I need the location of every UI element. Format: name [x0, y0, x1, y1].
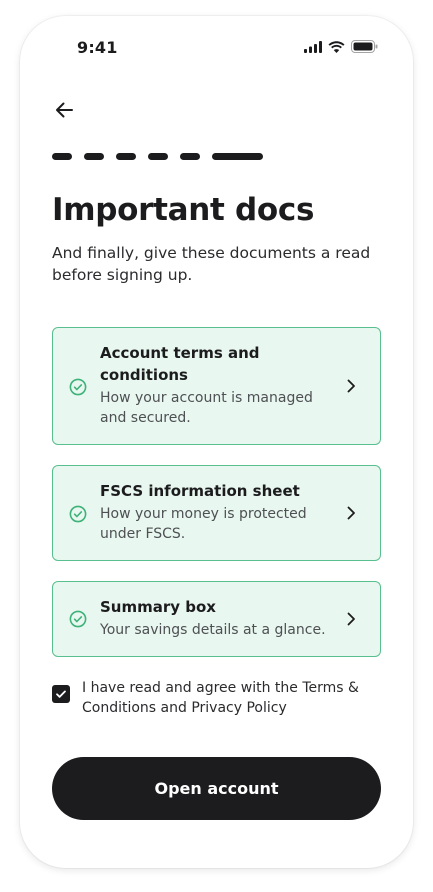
document-title: Account terms and conditions: [100, 344, 260, 384]
document-description: Your savings details at a glance.: [100, 622, 326, 638]
open-account-button[interactable]: Open account: [52, 757, 381, 820]
document-title: FSCS information sheet: [100, 482, 300, 500]
document-card-text: FSCS information sheet How your money is…: [100, 480, 334, 544]
document-card-text: Summary box Your savings details at a gl…: [100, 596, 334, 640]
document-card-fscs[interactable]: FSCS information sheet How your money is…: [52, 465, 381, 561]
document-card-summary[interactable]: Summary box Your savings details at a gl…: [52, 581, 381, 657]
status-time: 9:41: [77, 38, 118, 57]
signal-icon: [304, 40, 322, 53]
status-icons: [304, 40, 378, 53]
progress-step: [212, 153, 263, 160]
back-button[interactable]: [50, 96, 78, 124]
page-subtitle: And finally, give these documents a read…: [52, 244, 371, 284]
status-bar: 9:41: [20, 16, 413, 76]
chevron-right-icon: [347, 506, 355, 520]
chevron-right-icon: [347, 379, 355, 393]
phone-frame: 9:41 Important docs And finally, give th…: [20, 16, 413, 868]
check-circle-icon: [69, 610, 87, 628]
chevron-right-icon: [347, 612, 355, 626]
check-circle-icon: [69, 505, 87, 523]
document-description: How your account is managed and secured.: [100, 390, 313, 426]
agree-checkbox[interactable]: [52, 685, 70, 703]
battery-icon: [351, 40, 378, 53]
arrow-left-icon: [56, 102, 73, 118]
checkmark-icon: [56, 690, 66, 698]
document-card-terms[interactable]: Account terms and conditions How your ac…: [52, 327, 381, 445]
document-title: Summary box: [100, 598, 216, 616]
check-circle-icon: [69, 378, 87, 396]
progress-step: [84, 153, 104, 160]
progress-step: [52, 153, 72, 160]
page-title: Important docs: [52, 192, 315, 228]
step-progress: [52, 153, 263, 160]
document-description: How your money is protected under FSCS.: [100, 506, 307, 542]
agreement-label: I have read and agree with the Terms & C…: [82, 680, 359, 716]
progress-step: [116, 153, 136, 160]
progress-step: [180, 153, 200, 160]
document-card-text: Account terms and conditions How your ac…: [100, 342, 334, 428]
wifi-icon: [328, 40, 345, 53]
progress-step: [148, 153, 168, 160]
